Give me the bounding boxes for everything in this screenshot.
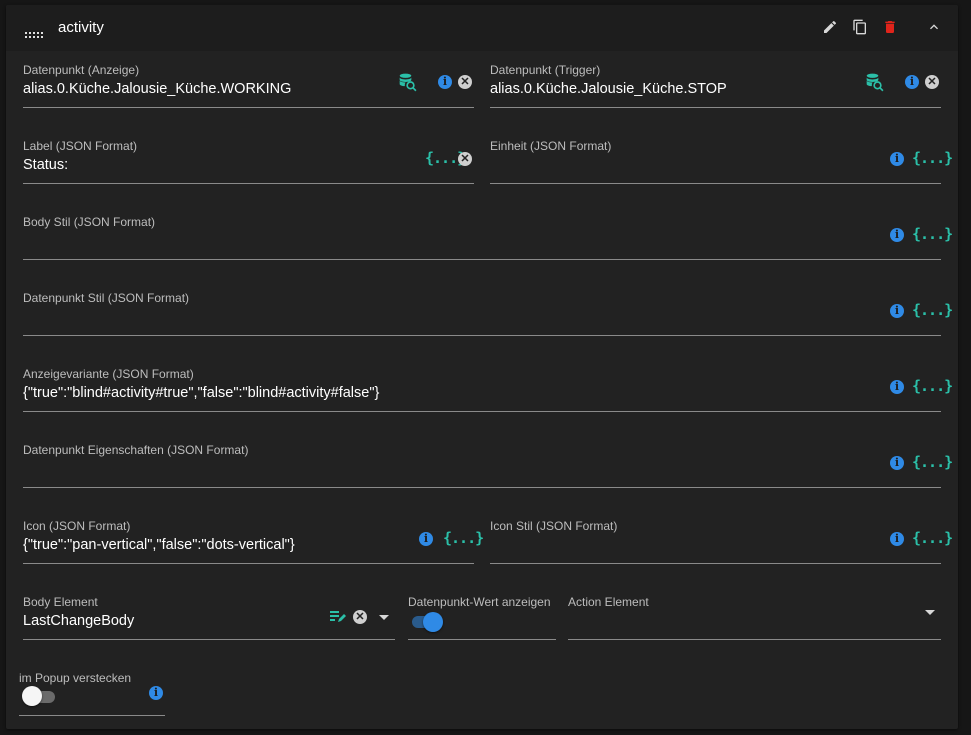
json-editor-icon[interactable]: {...} [912,149,953,167]
info-icon[interactable]: i [890,532,904,546]
info-icon[interactable]: i [149,686,163,700]
hide-in-popup-field: im Popup verstecken [19,665,165,716]
copy-icon[interactable] [852,19,868,40]
clear-icon[interactable]: ✕ [353,610,367,624]
field-value[interactable]: alias.0.Küche.Jalousie_Küche.WORKING [23,81,291,97]
icon-style-field[interactable]: Icon Stil (JSON Format) i {...} [490,513,953,564]
widget-panel: activity Datenpunkt (Anzeige) alias.0.Kü… [6,5,958,729]
info-icon[interactable]: i [890,304,904,318]
json-editor-icon[interactable]: {...} [912,225,953,243]
info-icon[interactable]: i [890,380,904,394]
body-element-select[interactable]: Body Element LastChangeBody ✕ [23,589,395,640]
field-label: Einheit (JSON Format) [490,139,612,153]
edit-list-icon[interactable] [330,610,346,629]
field-value[interactable]: alias.0.Küche.Jalousie_Küche.STOP [490,81,727,97]
info-icon[interactable]: i [890,152,904,166]
json-editor-icon[interactable]: {...} [912,529,953,547]
delete-icon[interactable] [882,19,898,40]
field-label: Datenpunkt Eigenschaften (JSON Format) [23,443,249,457]
dropdown-arrow-icon[interactable] [379,615,389,620]
field-label: Anzeigevariante (JSON Format) [23,367,194,381]
dropdown-arrow-icon[interactable] [925,610,935,615]
field-label: Action Element [568,595,649,609]
label-json-field[interactable]: Label (JSON Format) Status: {...} ✕ [23,133,474,184]
clear-icon[interactable]: ✕ [925,75,939,89]
json-editor-icon[interactable]: {...} [443,529,484,547]
toggle-knob[interactable] [423,612,443,632]
field-label: Body Stil (JSON Format) [23,215,156,229]
field-label: Icon Stil (JSON Format) [490,519,618,533]
field-value[interactable]: LastChangeBody [23,613,134,629]
clear-icon[interactable]: ✕ [458,152,472,166]
field-label: Icon (JSON Format) [23,519,131,533]
drag-handle-icon[interactable] [25,25,43,43]
action-element-select[interactable]: Action Element [568,589,941,640]
body-style-field[interactable]: Body Stil (JSON Format) i {...} [23,209,953,260]
collapse-icon[interactable] [926,19,942,40]
info-icon[interactable]: i [905,75,919,89]
field-label: Datenpunkt (Anzeige) [23,63,140,77]
field-label: Body Element [23,595,98,609]
json-editor-icon[interactable]: {...} [912,377,953,395]
json-editor-icon[interactable]: {...} [912,301,953,319]
field-value[interactable]: Status: [23,157,68,173]
info-icon[interactable]: i [890,228,904,242]
database-search-icon[interactable] [865,72,885,97]
display-variant-field[interactable]: Anzeigevariante (JSON Format) {"true":"b… [23,361,953,412]
info-icon[interactable]: i [438,75,452,89]
panel-title: activity [58,19,104,36]
toggle-knob[interactable] [22,686,42,706]
panel-header[interactable]: activity [6,5,958,51]
info-icon[interactable]: i [419,532,433,546]
icon-json-field[interactable]: Icon (JSON Format) {"true":"pan-vertical… [23,513,484,564]
datapoint-display-field[interactable]: Datenpunkt (Anzeige) alias.0.Küche.Jalou… [23,57,474,108]
datapoint-trigger-field[interactable]: Datenpunkt (Trigger) alias.0.Küche.Jalou… [490,57,941,108]
field-label: Datenpunkt Stil (JSON Format) [23,291,190,305]
clear-icon[interactable]: ✕ [458,75,472,89]
datapoint-style-field[interactable]: Datenpunkt Stil (JSON Format) i {...} [23,285,953,336]
show-datapoint-value-field: Datenpunkt-Wert anzeigen [408,589,556,640]
field-value[interactable]: {"true":"blind#activity#true","false":"b… [23,385,379,401]
field-value[interactable]: {"true":"pan-vertical","false":"dots-ver… [23,537,295,553]
field-label: Datenpunkt-Wert anzeigen [408,595,551,609]
field-label: im Popup verstecken [19,671,132,685]
field-label: Datenpunkt (Trigger) [490,63,601,77]
unit-json-field[interactable]: Einheit (JSON Format) i {...} [490,133,953,184]
info-icon[interactable]: i [890,456,904,470]
json-editor-icon[interactable]: {...} [912,453,953,471]
datapoint-properties-field[interactable]: Datenpunkt Eigenschaften (JSON Format) i… [23,437,953,488]
field-label: Label (JSON Format) [23,139,138,153]
database-search-icon[interactable] [398,72,418,97]
edit-icon[interactable] [822,19,838,40]
